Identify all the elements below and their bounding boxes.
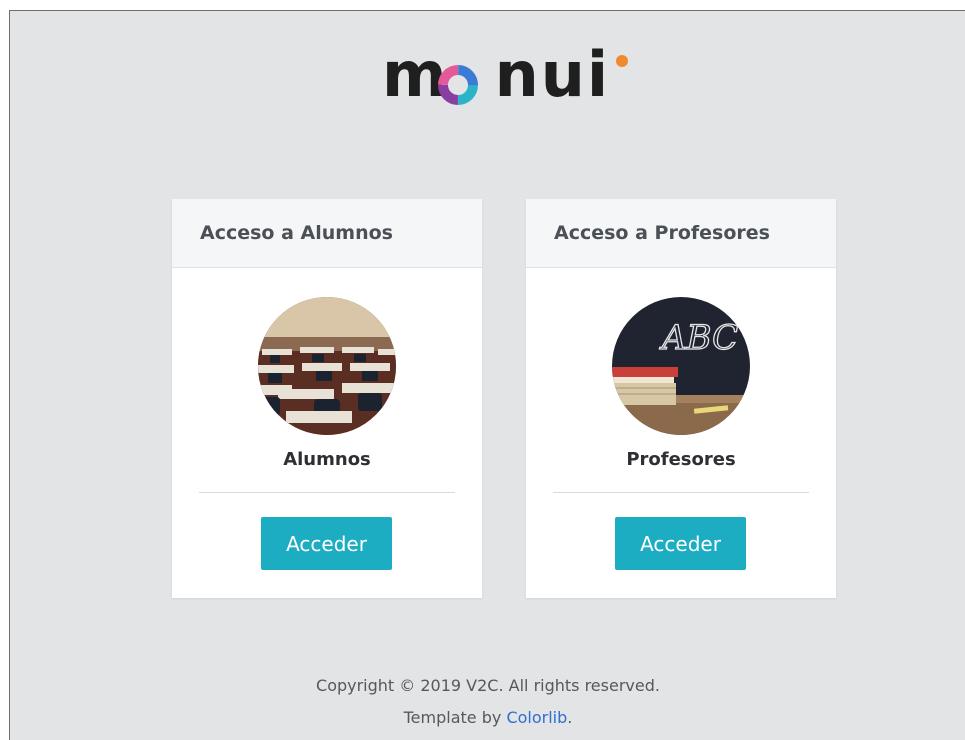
students-divider — [199, 492, 455, 493]
students-card-header: Acceso a Alumnos — [172, 199, 482, 268]
chalkboard-text: ABC — [659, 318, 738, 358]
teachers-label: Profesores — [626, 449, 736, 470]
students-card: Acceso a Alumnos Alumnos Acceder — [172, 199, 482, 598]
teachers-card-header: Acceso a Profesores — [526, 199, 836, 268]
logo-dot — [616, 55, 628, 67]
teachers-access-button[interactable]: Acceder — [615, 517, 746, 570]
logo-wordmark: m nui — [382, 35, 610, 115]
teachers-card-title: Acceso a Profesores — [554, 222, 770, 244]
logo-ring-icon — [438, 65, 478, 105]
colorlib-link[interactable]: Colorlib — [506, 708, 567, 727]
copyright-text: Copyright © 2019 V2C. All rights reserve… — [316, 676, 660, 695]
teachers-card: Acceso a Profesores ABC Profesores Acced… — [526, 199, 836, 598]
students-label: Alumnos — [283, 449, 371, 470]
classroom-photo-icon — [258, 297, 396, 435]
template-credit: Template by Colorlib. — [10, 708, 965, 727]
students-access-button[interactable]: Acceder — [261, 517, 392, 570]
logo-letters-nui: nui — [494, 38, 611, 111]
template-credit-prefix: Template by — [403, 708, 507, 727]
teachers-divider — [553, 492, 809, 493]
page-background: m nui Acceso a Alumnos Alumnos Acceder A… — [9, 10, 965, 740]
chalkboard-photo-icon: ABC — [612, 297, 750, 435]
students-card-title: Acceso a Alumnos — [200, 222, 393, 244]
monui-logo: m nui — [382, 35, 632, 115]
template-credit-suffix: . — [567, 708, 573, 727]
